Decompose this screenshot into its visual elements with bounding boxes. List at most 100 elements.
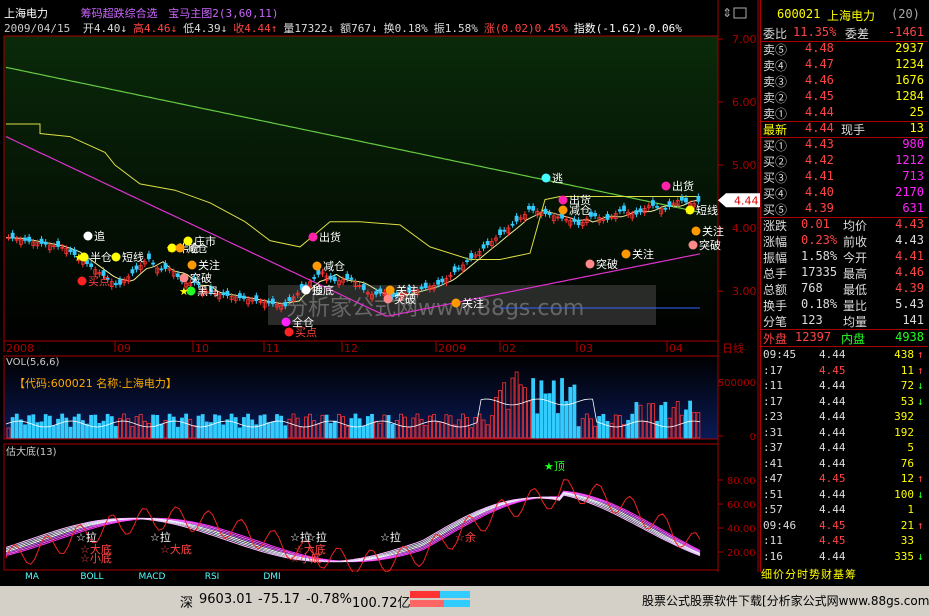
volume-bar	[663, 401, 668, 439]
tick-price: 4.44	[819, 394, 846, 408]
volume-bar	[35, 422, 40, 439]
signal-label: 减仓	[569, 203, 591, 217]
index-amount: 100.72亿	[352, 596, 411, 611]
volume-bar	[159, 423, 164, 439]
quote-bottom-tabs[interactable]: 细价分时势财基筹	[761, 566, 928, 581]
candle-body	[419, 286, 424, 290]
header-date: 2009/04/15	[4, 22, 71, 35]
signal-label: 庄市	[194, 234, 216, 248]
signal-dot	[179, 273, 189, 283]
volume-tick-label: 500000	[718, 378, 756, 389]
volume-bar	[353, 413, 358, 439]
signal-dot	[688, 240, 698, 250]
ohlc-item: 开4.40↓	[82, 22, 127, 35]
tick-row: :11 4.44 72 ↓	[761, 378, 928, 393]
tick-price: 4.44	[819, 549, 846, 563]
candle-body	[349, 277, 354, 280]
indicator-name[interactable]: 宝马主图2	[168, 7, 219, 20]
sell-level-volume: 1234	[895, 57, 924, 71]
indicator-tab-rsi[interactable]: RSI	[184, 572, 240, 584]
buy-level-volume: 2170	[895, 185, 924, 199]
volume-bar	[250, 419, 255, 439]
signal-dot	[83, 231, 93, 241]
candle-body	[89, 263, 94, 267]
volume-bar	[560, 378, 564, 439]
tick-row: :57 4.44 1	[761, 502, 928, 517]
stat-value: 17335	[801, 265, 838, 279]
candle-body	[485, 241, 490, 246]
stat-value: 0.18%	[801, 297, 838, 311]
indicator-tab-macd[interactable]: MACD	[124, 572, 180, 584]
volume-bar	[370, 413, 374, 439]
volume-bar	[167, 413, 172, 439]
volume-bar	[349, 418, 354, 439]
tick-time: :17	[763, 363, 783, 377]
ohlc-item: 涨(0.02)0.45%	[483, 22, 568, 35]
candle-body	[527, 205, 531, 210]
volume-bar	[605, 420, 610, 439]
volume-bar	[18, 419, 23, 439]
volume-bar	[655, 420, 659, 439]
ohlc-item: 额767↓	[340, 22, 378, 35]
sell-level-5-row: 卖⑤ 4.48 2937	[761, 40, 928, 57]
ohlc-item: 低4.39↓	[183, 22, 228, 35]
formula-name[interactable]: 筹码超跌综合选	[81, 7, 158, 20]
indicator-tab-ma[interactable]: MA	[4, 572, 60, 584]
stat-value-2: 4.43	[895, 233, 924, 247]
osc-signal-label: ★顶	[544, 460, 565, 473]
candle-body	[502, 229, 507, 232]
osc-signal-label: ☆拉	[380, 530, 401, 544]
tick-time: 09:45	[763, 348, 797, 361]
candle-body	[651, 200, 655, 206]
volume-bar	[262, 414, 267, 439]
candle-body	[147, 253, 151, 260]
candle-body	[159, 268, 164, 271]
tick-volume: 192	[894, 425, 914, 439]
stat-value-2: 4.46	[895, 265, 924, 279]
price-tick-label: 4.00	[732, 222, 757, 235]
candle-body	[175, 273, 180, 278]
signal-dot	[585, 259, 595, 269]
signal-dot	[621, 249, 631, 259]
indicator-tabs: MA BOLL MACD RSI DMI	[0, 572, 760, 582]
volume-bar	[270, 421, 275, 439]
date-label: 02	[502, 342, 516, 355]
volume-bar	[266, 422, 271, 439]
volume-bar	[109, 416, 114, 439]
date-label: 10	[195, 342, 209, 355]
candle-body	[114, 283, 118, 285]
volume-bar	[114, 426, 118, 439]
signal-star-icon: ★	[684, 204, 694, 217]
chart-svg[interactable]: 7.00 6.00 5.00 4.00 3.00 ⇕ 4.44 2008 09 10 11 12 200…	[0, 0, 760, 573]
candle-body	[287, 297, 292, 302]
sell-level-3-row: 卖③ 4.46 1676	[761, 72, 928, 89]
market-bar-cyan	[440, 591, 470, 598]
signal-dot	[301, 285, 311, 295]
candle-body	[242, 295, 246, 299]
signal-dot	[111, 252, 121, 262]
tick-price: 4.45	[819, 472, 846, 485]
signal-dot	[661, 181, 671, 191]
ohlc-item: 收4.44↑	[233, 22, 278, 35]
chart-area[interactable]: 7.00 6.00 5.00 4.00 3.00 ⇕ 4.44 2008 09 10 11 12 200…	[0, 0, 760, 573]
signal-dot	[383, 294, 393, 304]
buy-level-volume: 980	[902, 137, 924, 151]
volume-bar	[551, 380, 556, 439]
signal-dot	[451, 298, 461, 308]
ad-text[interactable]: 股票公式股票软件下载[分析家公式网www.88gs.com]	[642, 592, 929, 609]
candle-body	[543, 208, 548, 215]
volume-title: VOL(5,6,6)	[6, 357, 59, 368]
tick-arrow-icon: ↓	[917, 549, 924, 563]
tick-row: :47 4.45 12 ↑	[761, 471, 928, 486]
buy-level-price: 4.43	[805, 137, 834, 151]
indicator-tab-dmi[interactable]: DMI	[244, 572, 300, 584]
quote-code: 600021	[777, 7, 821, 21]
volume-bar	[357, 418, 362, 439]
candle-body	[514, 215, 519, 222]
tick-price: 4.44	[819, 379, 846, 392]
tick-time: :16	[763, 549, 783, 563]
ohlc-line: 2009/04/15 开4.40↓ 高4.46↓ 低4.39↓ 收4.44↑ 量1732…	[4, 20, 682, 36]
indicator-tab-boll[interactable]: BOLL	[64, 572, 120, 584]
volume-bar	[56, 418, 60, 439]
neipan-value: 4938	[895, 330, 924, 344]
